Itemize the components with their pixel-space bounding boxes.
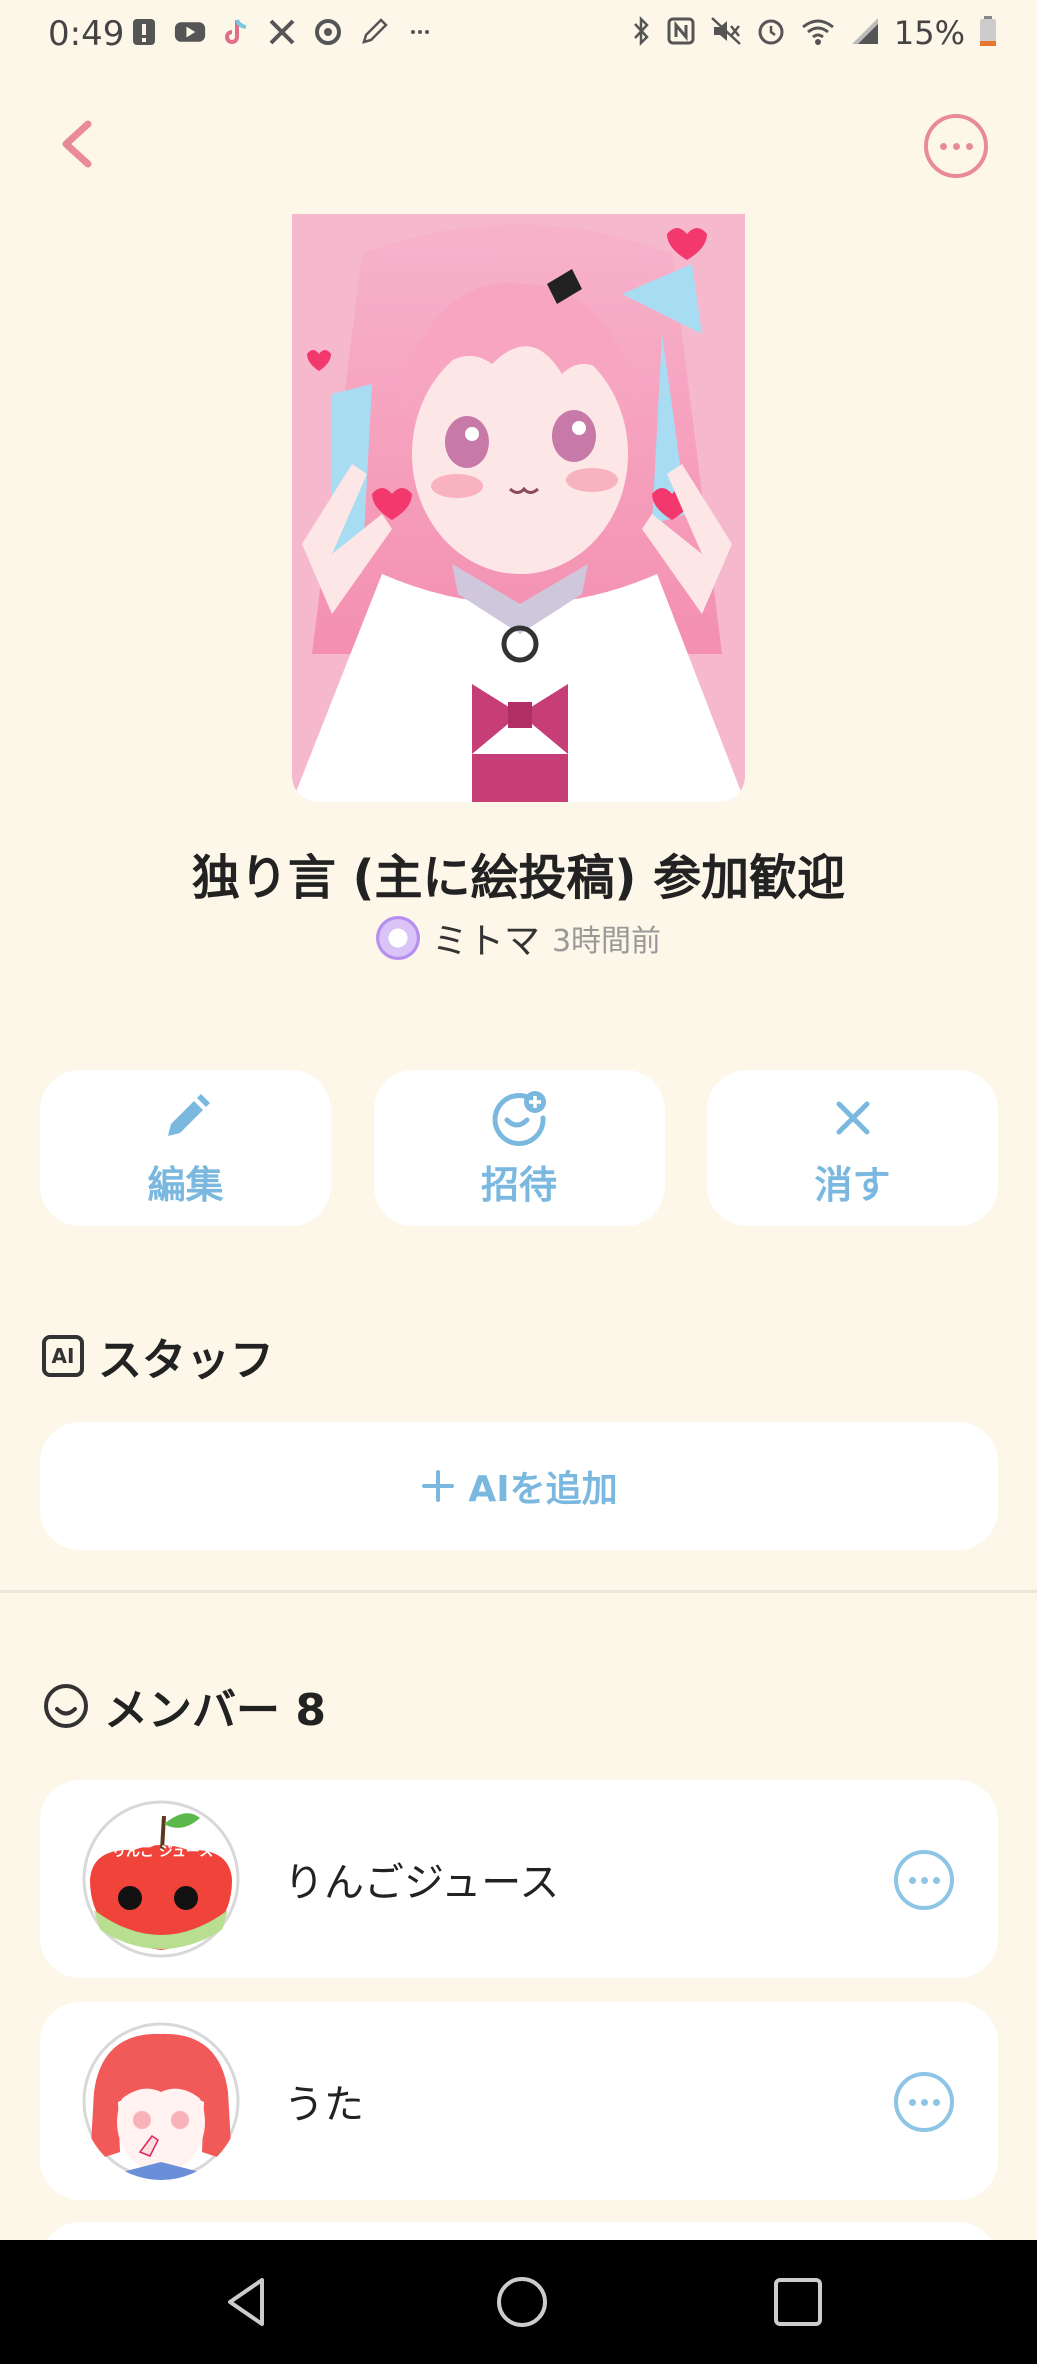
close-icon xyxy=(836,1101,869,1134)
more-horizontal-icon xyxy=(908,1876,916,1884)
room-cover-image[interactable] xyxy=(292,214,745,802)
more-options-button[interactable] xyxy=(924,114,988,178)
circle-home-icon xyxy=(497,2277,547,2327)
room-detail-screen: 0:49 15% 独り言 (主に絵投稿) 参加歓迎 ミトマ 3時間前 編集 招待… xyxy=(0,0,1037,2364)
battery-percent: 15% xyxy=(893,14,965,52)
post-time: 3時間前 xyxy=(551,924,662,959)
delete-label: 消す xyxy=(814,1162,891,1207)
x-icon xyxy=(266,16,298,48)
youtube-icon xyxy=(174,16,206,48)
invite-button[interactable]: 招待 xyxy=(373,1070,665,1226)
alert-icon xyxy=(128,16,160,48)
staff-title: スタッフ xyxy=(98,1335,274,1386)
edit-button[interactable]: 編集 xyxy=(40,1070,331,1226)
member-row[interactable]: うた xyxy=(40,2002,998,2200)
status-bar: 0:49 15% xyxy=(0,0,1037,72)
pencil-icon xyxy=(167,1093,210,1136)
threads-icon xyxy=(312,16,344,48)
status-time: 0:49 xyxy=(48,14,125,54)
square-recents-icon xyxy=(774,2278,822,2326)
member-avatar[interactable] xyxy=(82,2022,240,2180)
member-avatar[interactable]: りんご ジュース xyxy=(82,1800,240,1958)
chevron-left-icon xyxy=(62,120,92,168)
mute-icon xyxy=(710,16,742,50)
notification-icons xyxy=(128,16,436,48)
member-more-button[interactable] xyxy=(894,1850,954,1910)
add-ai-button[interactable]: AIを追加 xyxy=(40,1422,998,1550)
add-ai-label: AIを追加 xyxy=(468,1469,618,1510)
member-more-button[interactable] xyxy=(894,2072,954,2132)
bluetooth-icon xyxy=(630,15,652,51)
pencil-icon xyxy=(358,16,390,48)
back-button[interactable] xyxy=(52,112,108,176)
wifi-icon xyxy=(800,16,836,50)
signal-icon xyxy=(850,16,880,50)
ai-badge-icon: AI xyxy=(42,1335,84,1377)
member-row[interactable]: りんご ジュース りんごジュース xyxy=(40,1780,998,1978)
author-name[interactable]: ミトマ xyxy=(432,912,540,964)
members-section-header: メンバー 8 xyxy=(42,1674,326,1738)
system-nav-bar xyxy=(0,2240,1037,2364)
invite-icon xyxy=(492,1090,546,1146)
author-row[interactable]: ミトマ 3時間前 xyxy=(0,912,1037,964)
plus-icon xyxy=(422,1470,455,1502)
nav-home-button[interactable] xyxy=(492,2272,552,2332)
author-avatar[interactable] xyxy=(375,916,420,960)
more-icon xyxy=(404,16,436,48)
tiktok-icon xyxy=(220,16,252,48)
battery-icon xyxy=(979,15,997,51)
system-icons: 15% xyxy=(630,14,997,52)
more-horizontal-icon xyxy=(939,142,947,150)
member-name: うた xyxy=(284,2082,364,2128)
invite-label: 招待 xyxy=(480,1162,557,1207)
nav-back-button[interactable] xyxy=(218,2272,278,2332)
nav-recents-button[interactable] xyxy=(768,2272,828,2332)
action-buttons: 編集 招待 消す xyxy=(40,1070,998,1226)
nfc-icon xyxy=(666,16,696,50)
section-divider xyxy=(0,1590,1037,1593)
alarm-icon xyxy=(756,16,786,50)
delete-button[interactable]: 消す xyxy=(707,1070,998,1226)
staff-section-header: AI スタッフ xyxy=(42,1324,274,1388)
more-horizontal-icon xyxy=(908,2098,916,2106)
room-title: 独り言 (主に絵投稿) 参加歓迎 xyxy=(191,850,846,906)
member-name: りんごジュース xyxy=(284,1860,560,1906)
avatar-text: りんご ジュース xyxy=(112,1843,213,1860)
edit-label: 編集 xyxy=(147,1162,224,1207)
smile-icon xyxy=(44,1684,88,1728)
members-title: メンバー 8 xyxy=(104,1685,326,1736)
triangle-back-icon xyxy=(228,2278,264,2326)
